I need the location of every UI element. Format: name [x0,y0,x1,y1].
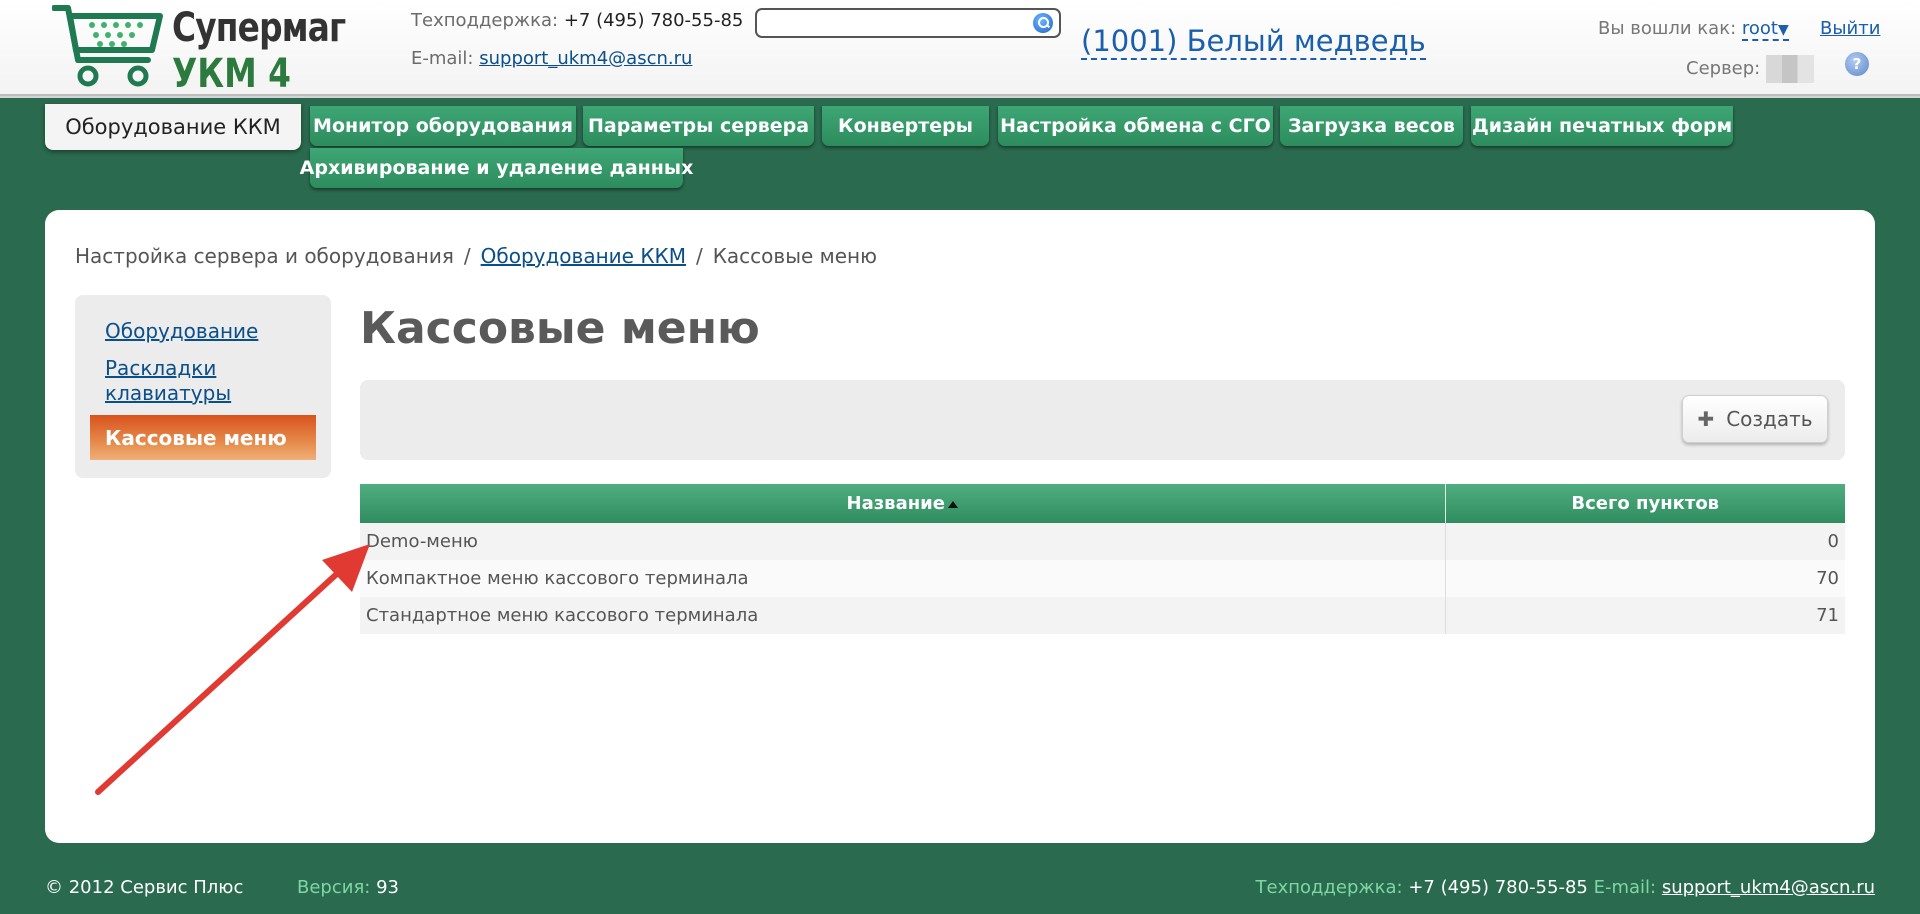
version-number: 93 [376,877,399,898]
table-header-row: Название Всего пунктов [360,484,1845,523]
server-info: Сервер: [1686,55,1815,83]
footer-copyright: © 2012 Сервис Плюс [45,877,244,898]
help-icon[interactable]: ? [1845,52,1869,76]
footer-support: Техподдержка: +7 (495) 780-55-85 E-mail:… [1256,877,1876,898]
support-email-link[interactable]: support_ukm4@ascn.ru [479,48,692,69]
tab-equipment-monitor[interactable]: Монитор оборудования [310,106,576,146]
support-info: Техподдержка: +7 (495) 780-55-85 E-mail:… [411,12,743,68]
cell-count: 70 [1445,560,1845,597]
footer-email-link[interactable]: support_ukm4@ascn.ru [1662,877,1875,898]
store-selector[interactable]: (1001) Белый медведь [1081,25,1426,60]
version-label: Версия: [297,877,371,898]
cell-name[interactable]: Demo-меню [360,523,1446,560]
plus-icon: ✚ [1697,407,1715,431]
breadcrumb: Настройка сервера и оборудования / Оборудо… [75,244,877,268]
cell-name[interactable]: Стандартное меню кассового терминала [360,597,1446,634]
footer-support-label: Техподдержка: [1255,877,1403,898]
breadcrumb-item-server-settings: Настройка сервера и оборудования [75,244,454,268]
sidebar-item-equipment[interactable]: Оборудование [105,319,258,344]
table-row[interactable]: Demo-меню 0 [360,523,1845,560]
user-label: Вы вошли как: [1598,18,1737,39]
table-row[interactable]: Компактное меню кассового терминала 70 [360,560,1845,597]
breadcrumb-separator: / [695,244,703,268]
column-header-total[interactable]: Всего пунктов [1445,484,1845,523]
tab-sgo-exchange[interactable]: Настройка обмена с СГО [998,106,1273,146]
toolbar: ✚ Создать [360,380,1845,460]
server-name-redacted [1766,55,1815,83]
logout-link[interactable]: Выйти [1820,18,1880,39]
annotation-arrow-icon [95,544,370,795]
search-input[interactable] [755,8,1061,38]
sidebar-item-keyboard-layouts[interactable]: Раскладки клавиатуры [105,356,285,406]
create-button[interactable]: ✚ Создать [1682,395,1828,443]
support-label: Техподдержка: [411,10,559,31]
tab-archive-delete[interactable]: Архивирование и удаление данных [300,148,693,188]
breadcrumb-separator: / [463,244,471,268]
menus-table: Название Всего пунктов Demo-меню 0 Компа… [360,484,1845,634]
footer-support-phone: +7 (495) 780-55-85 [1408,877,1588,898]
column-header-name[interactable]: Название [360,484,1446,523]
user-menu-link[interactable]: root▼ [1741,18,1789,41]
cell-name[interactable]: Компактное меню кассового терминала [360,560,1446,597]
sidebar: Оборудование Раскладки клавиатуры Кассов… [75,295,331,478]
footer-email-label: E-mail: [1593,877,1657,898]
breadcrumb-item-current: Кассовые меню [712,244,877,268]
header: Супермаг УКМ 4 Техподдержка: +7 (495) 78… [0,0,1920,98]
tab-kkm-equipment[interactable]: Оборудование ККМ [45,104,301,150]
search-icon[interactable] [1033,13,1053,33]
cart-logo-icon [52,5,163,87]
page-title: Кассовые меню [360,303,760,354]
sidebar-item-cash-menus[interactable]: Кассовые меню [90,415,316,460]
cell-count: 71 [1445,597,1845,634]
tab-scale-loading[interactable]: Загрузка весов [1280,106,1463,146]
table-row[interactable]: Стандартное меню кассового терминала 71 [360,597,1845,634]
tab-server-params[interactable]: Параметры сервера [583,106,814,146]
logo-title: Супермаг [172,5,346,51]
user-name: root [1741,18,1778,39]
sort-asc-icon [947,500,958,508]
logo[interactable]: Супермаг УКМ 4 [52,2,346,94]
breadcrumb-link-kkm[interactable]: Оборудование ККМ [481,244,686,268]
server-label: Сервер: [1686,58,1761,79]
cell-count: 0 [1445,523,1845,560]
tab-converters[interactable]: Конвертеры [822,106,989,146]
logo-text: Супермаг УКМ 4 [172,8,383,94]
logo-subtitle: УКМ 4 [172,51,291,97]
create-button-label: Создать [1726,407,1813,431]
support-phone: +7 (495) 780-55-85 [563,10,744,31]
tab-print-design[interactable]: Дизайн печатных форм [1471,106,1733,146]
user-info: Вы вошли как: root▼ [1598,18,1789,41]
footer-version: Версия: 93 [297,877,399,898]
chevron-down-icon: ▼ [1777,22,1789,38]
email-label: E-mail: [411,48,474,69]
